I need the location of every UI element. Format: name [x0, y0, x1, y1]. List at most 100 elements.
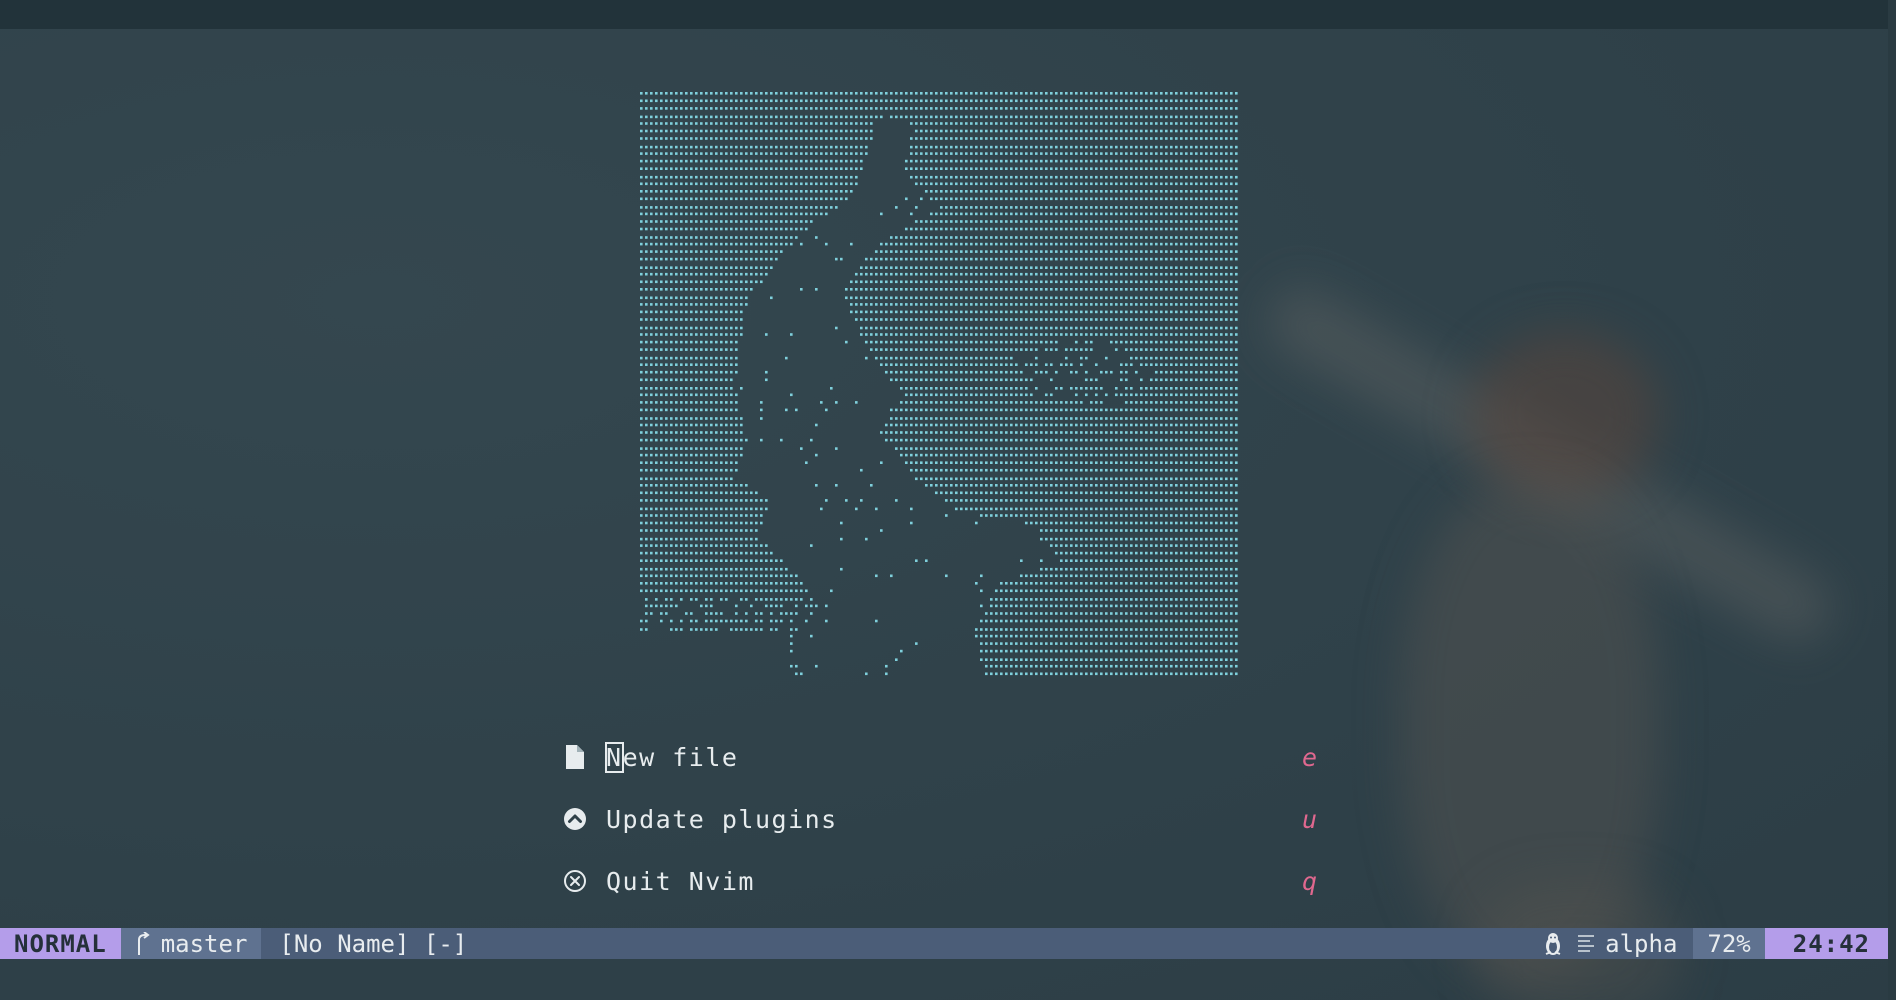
art-dot: [1045, 129, 1048, 133]
art-dot: [1160, 190, 1163, 193]
art-dot: [920, 447, 923, 450]
art-dot: [695, 250, 698, 253]
art-dot: [1210, 387, 1213, 390]
art-dot: [1185, 92, 1188, 95]
art-dot: [820, 152, 823, 155]
art-dot: [1125, 423, 1128, 427]
art-dot: [1145, 393, 1148, 397]
art-dot: [815, 212, 818, 216]
art-dot: [1055, 310, 1058, 314]
art-dot: [785, 206, 788, 209]
art-dot: [1150, 431, 1153, 434]
art-dot: [1165, 461, 1168, 464]
art-dot: [1100, 326, 1103, 330]
art-dot: [950, 303, 953, 306]
art-dot: [1185, 190, 1188, 193]
art-dot: [1035, 206, 1038, 209]
art-dot: [1025, 303, 1028, 306]
art-dot: [985, 107, 988, 110]
art-dot: [760, 266, 763, 269]
art-dot: [1110, 417, 1113, 420]
art-dot: [670, 288, 673, 291]
art-dot: [1015, 220, 1018, 223]
art-dot: [1160, 242, 1163, 246]
art-dot: [950, 175, 953, 179]
art-dot: [775, 182, 778, 186]
art-dot: [1190, 393, 1193, 397]
art-dot: [945, 303, 948, 306]
art-dot: [1070, 296, 1073, 300]
art-dot: [995, 408, 998, 412]
art-dot: [650, 431, 653, 434]
art-dot: [1095, 310, 1098, 314]
art-dot: [1000, 423, 1003, 427]
art-dot: [1225, 363, 1228, 366]
art-dot: [660, 431, 663, 434]
art-dot: [1215, 212, 1218, 216]
art-dot: [700, 227, 703, 231]
art-dot: [900, 378, 903, 382]
art-dot: [935, 242, 938, 246]
art-dot: [670, 438, 673, 442]
art-dot: [655, 387, 658, 390]
art-dot: [1175, 107, 1178, 110]
art-dot: [965, 152, 968, 155]
art-dot: [955, 212, 958, 216]
art-dot: [930, 393, 933, 397]
art-dot: [1050, 266, 1053, 269]
art-dot: [1090, 431, 1093, 434]
art-dot: [675, 242, 678, 246]
art-dot: [1180, 212, 1183, 216]
art-dot: [1000, 348, 1003, 351]
art-dot: [1205, 348, 1208, 351]
art-dot: [1155, 363, 1158, 366]
art-dot: [935, 152, 938, 155]
art-dot: [1075, 115, 1078, 119]
art-dot: [685, 401, 688, 404]
art-dot: [1095, 378, 1098, 382]
art-dot: [910, 175, 913, 179]
art-dot: [1000, 438, 1003, 442]
art-dot: [695, 280, 698, 284]
art-dot: [1200, 326, 1203, 330]
art-dot: [695, 122, 698, 125]
art-dot: [995, 296, 998, 300]
art-dot: [640, 227, 643, 231]
art-dot: [715, 340, 718, 344]
art-dot: [1060, 272, 1063, 276]
art-dot: [855, 303, 858, 306]
art-dot: [1015, 257, 1018, 261]
art-dot: [1020, 387, 1023, 390]
art-dot: [740, 310, 743, 314]
art-dot: [1100, 115, 1103, 119]
art-dot: [760, 401, 763, 404]
art-dot: [1010, 417, 1013, 420]
art-dot: [660, 461, 663, 464]
art-dot: [1035, 431, 1038, 434]
art-dot: [1050, 417, 1053, 420]
art-dot: [965, 212, 968, 216]
art-dot: [760, 206, 763, 209]
art-dot: [1125, 236, 1128, 239]
art-dot: [935, 326, 938, 330]
art-dot: [850, 182, 853, 186]
art-dot: [1150, 363, 1153, 366]
art-dot: [870, 99, 873, 103]
art-dot: [950, 167, 953, 170]
art-dot: [1225, 99, 1228, 103]
art-dot: [1010, 220, 1013, 223]
art-dot: [1215, 115, 1218, 119]
art-dot: [1055, 348, 1058, 351]
art-dot: [940, 423, 943, 427]
art-dot: [1055, 206, 1058, 209]
art-dot: [1125, 318, 1128, 321]
art-dot: [1165, 370, 1168, 374]
art-dot: [940, 129, 943, 133]
art-dot: [1195, 453, 1198, 457]
art-dot: [1195, 333, 1198, 336]
art-dot: [1100, 333, 1103, 336]
art-dot: [785, 129, 788, 133]
art-dot: [730, 303, 733, 306]
art-dot: [650, 296, 653, 300]
art-dot: [1130, 129, 1133, 133]
